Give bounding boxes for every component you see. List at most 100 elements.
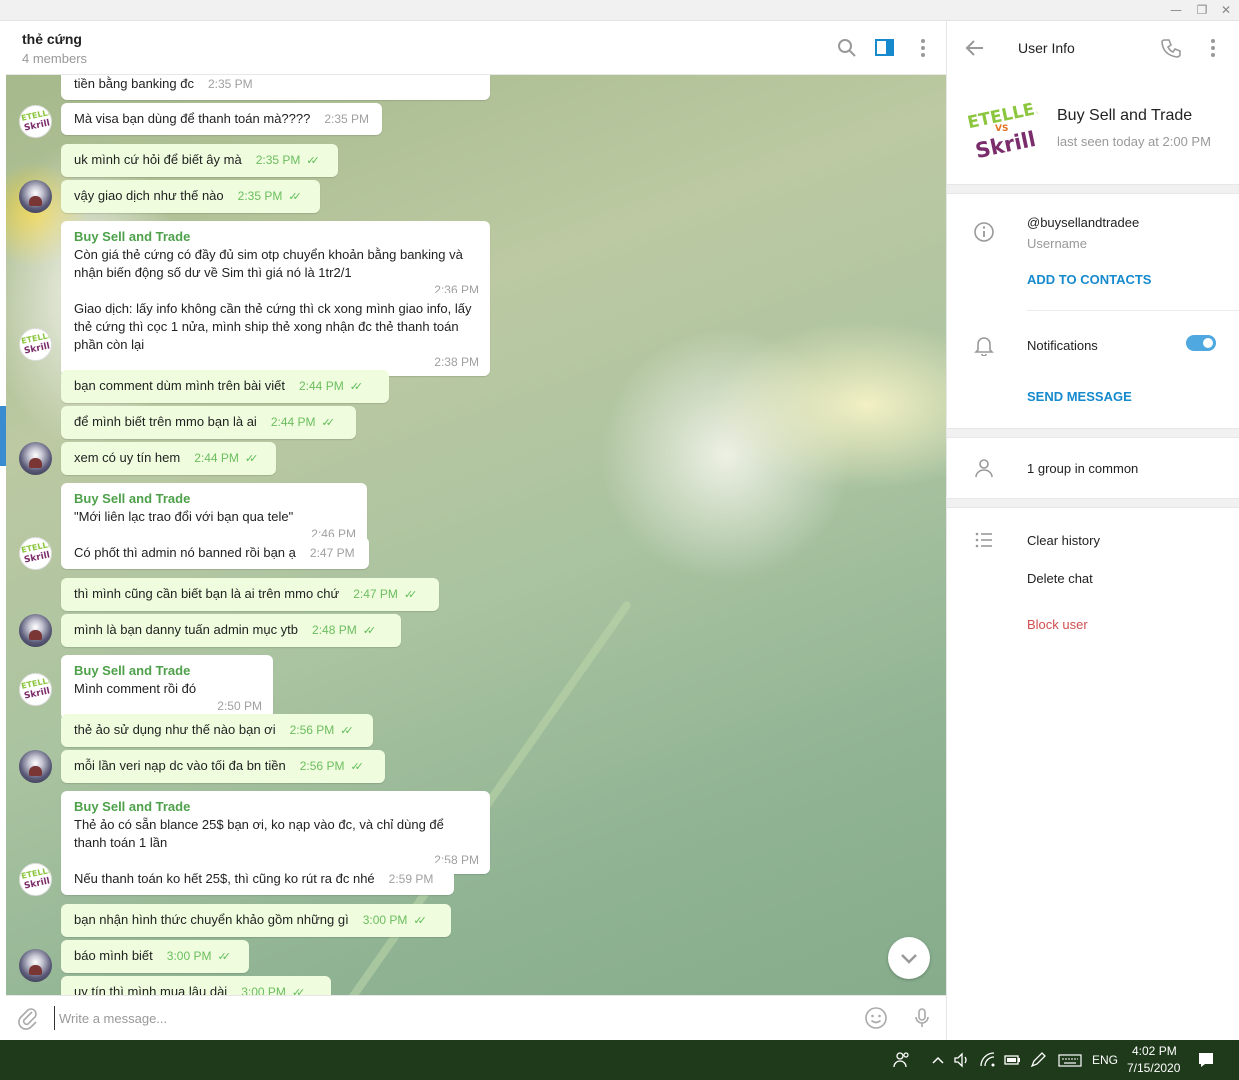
avatar-hands-graphic xyxy=(29,766,42,776)
sidebar-toggle-icon[interactable] xyxy=(874,37,896,59)
chevron-down-icon xyxy=(901,954,917,964)
user-avatar[interactable] xyxy=(19,750,52,783)
speaker-icon[interactable] xyxy=(952,1050,972,1070)
more-vertical-icon[interactable] xyxy=(1202,37,1224,59)
clear-history-button[interactable]: Clear history xyxy=(1027,533,1100,548)
buy-sell-trade-avatar[interactable]: ETELLER Skrill xyxy=(19,328,52,361)
notifications-toggle[interactable] xyxy=(1186,335,1216,351)
list-icon xyxy=(975,532,992,548)
message-bubble[interactable]: xem có uy tín hem 2:44 PM ✓✓ xyxy=(61,442,276,475)
read-checkmarks-icon: ✓✓ xyxy=(244,452,259,465)
back-arrow-icon[interactable] xyxy=(964,37,986,59)
message-bubble[interactable]: báo mình biết 3:00 PM ✓✓ xyxy=(61,940,249,973)
section-divider xyxy=(947,184,1239,194)
window-title-bar: — ❐ ✕ xyxy=(0,0,1239,21)
message-time-text: 2:44 PM xyxy=(270,415,316,429)
message-sender[interactable]: Buy Sell and Trade xyxy=(74,490,355,508)
message-bubble[interactable]: Buy Sell and Trade Còn giá thẻ cứng có đầ… xyxy=(61,221,490,304)
scroll-down-button[interactable] xyxy=(888,937,930,979)
close-icon[interactable]: ✕ xyxy=(1216,2,1236,18)
message-text: mỗi lần veri nạp dc vào tối đa bn tiền xyxy=(74,758,286,773)
add-to-contacts-button[interactable]: ADD TO CONTACTS xyxy=(1027,272,1151,287)
delete-chat-button[interactable]: Delete chat xyxy=(1027,571,1093,586)
search-icon[interactable] xyxy=(836,37,858,59)
message-sender[interactable]: Buy Sell and Trade xyxy=(74,228,478,246)
message-time: 2:38 PM xyxy=(434,353,479,371)
notification-center-icon[interactable] xyxy=(1196,1050,1216,1070)
buy-sell-trade-avatar[interactable]: ETELLER Skrill xyxy=(19,105,52,138)
message-bubble[interactable]: uy tín thì mình mua lâu dài 3:00 PM ✓✓ xyxy=(61,976,331,995)
message-bubble[interactable]: Có phốt thì admin nó banned rồi bạn ạ 2:4… xyxy=(61,537,369,569)
message-bubble[interactable]: bạn nhận hình thức chuyển khảo gồm những… xyxy=(61,904,451,937)
send-message-button[interactable]: SEND MESSAGE xyxy=(1027,389,1132,404)
groups-in-common[interactable]: 1 group in common xyxy=(1027,461,1138,476)
message-bubble[interactable]: thẻ ảo sử dụng như thế nào bạn ơi 2:56 PM… xyxy=(61,714,373,747)
message-time-text: 2:38 PM xyxy=(434,355,479,369)
message-time-text: 2:44 PM xyxy=(194,451,239,465)
user-avatar[interactable] xyxy=(19,180,52,213)
message-text: thì mình cũng cần biết bạn là ai trên mm… xyxy=(74,586,340,601)
message-bubble[interactable]: vậy giao dịch như thế nào 2:35 PM ✓✓ xyxy=(61,180,320,213)
telegram-window: — ❐ ✕ thẻ cứng 4 members tiền bằng banki… xyxy=(0,0,1239,1080)
message-bubble[interactable]: bạn comment dùm mình trên bài viết 2:44 P… xyxy=(61,370,389,403)
message-sender[interactable]: Buy Sell and Trade xyxy=(74,798,478,816)
message-bubble[interactable]: Giao dịch: lấy info không cần thẻ cứng t… xyxy=(61,293,490,376)
message-bubble[interactable]: uk mình cứ hỏi để biết ây mà 2:35 PM ✓✓ xyxy=(61,144,338,177)
message-time: 2:47 PM xyxy=(310,546,355,560)
keyboard-icon[interactable] xyxy=(1058,1050,1082,1070)
language-indicator[interactable]: ENG xyxy=(1092,1053,1118,1067)
attach-icon[interactable] xyxy=(16,1006,40,1030)
message-text: "Mới liên lạc trao đổi với bạn qua tele" xyxy=(74,509,294,524)
user-avatar[interactable] xyxy=(19,949,52,982)
phone-icon[interactable] xyxy=(1160,37,1182,59)
emoji-icon[interactable] xyxy=(864,1006,888,1030)
user-avatar[interactable] xyxy=(19,614,52,647)
chat-header[interactable]: thẻ cứng 4 members xyxy=(6,21,946,75)
clock-date[interactable]: 7/15/2020 xyxy=(1127,1061,1180,1075)
notifications-label: Notifications xyxy=(1027,338,1098,353)
message-bubble[interactable]: mỗi lần veri nạp dc vào tối đa bn tiền 2:… xyxy=(61,750,385,783)
message-bubble[interactable]: thì mình cũng cần biết bạn là ai trên mm… xyxy=(61,578,439,611)
message-time-text: 2:35 PM xyxy=(324,112,370,126)
message-text: Thẻ ảo có sẵn blance 25$ bạn ơi, ko nạp … xyxy=(74,817,444,850)
buy-sell-trade-avatar[interactable]: ETELLER Skrill xyxy=(19,863,52,896)
user-icon xyxy=(975,459,993,478)
user-avatar[interactable] xyxy=(19,442,52,475)
message-bubble[interactable]: Buy Sell and Trade Thẻ ảo có sẵn blance 2… xyxy=(61,791,490,874)
section-line xyxy=(1027,310,1239,311)
message-bubble[interactable]: tiền bằng banking đc 2:35 PM xyxy=(61,75,490,100)
clock-time[interactable]: 4:02 PM xyxy=(1132,1044,1177,1058)
avatar-hands-graphic xyxy=(29,196,42,206)
read-checkmarks-icon: ✓✓ xyxy=(362,624,377,637)
buy-sell-trade-avatar[interactable]: ETELLER Skrill xyxy=(19,673,52,706)
message-sender[interactable]: Buy Sell and Trade xyxy=(74,662,261,680)
message-composer xyxy=(6,995,946,1040)
wifi-icon[interactable] xyxy=(978,1050,998,1070)
restore-icon[interactable]: ❐ xyxy=(1192,2,1212,18)
username-value[interactable]: @buysellandtradee xyxy=(1027,215,1139,230)
message-bubble[interactable]: để mình biết trên mmo bạn là ai 2:44 PM ✓✓ xyxy=(61,406,356,439)
minimize-icon[interactable]: — xyxy=(1166,2,1186,18)
message-time: 2:56 PM ✓✓ xyxy=(289,723,354,737)
block-user-button[interactable]: Block user xyxy=(1027,617,1088,632)
message-time-text: 2:50 PM xyxy=(217,699,262,713)
people-icon[interactable] xyxy=(892,1050,912,1070)
microphone-icon[interactable] xyxy=(910,1006,934,1030)
message-bubble[interactable]: Nếu thanh toán ko hết 25$, thì cũng ko r… xyxy=(61,863,454,895)
message-bubble[interactable]: mình là bạn danny tuấn admin mục ytb 2:48… xyxy=(61,614,401,647)
message-time-text: 3:00 PM xyxy=(362,913,408,927)
chevron-up-icon[interactable] xyxy=(928,1050,948,1070)
message-bubble[interactable]: Buy Sell and Trade Mình comment rồi đó 2:5… xyxy=(61,655,273,720)
profile-avatar[interactable]: ETELLER VS Skrill xyxy=(965,91,1041,167)
message-input[interactable] xyxy=(54,1006,834,1030)
pen-icon[interactable] xyxy=(1028,1050,1048,1070)
avatar-hands-graphic xyxy=(29,458,42,468)
battery-icon[interactable] xyxy=(1002,1050,1022,1070)
chat-title[interactable]: thẻ cứng xyxy=(22,31,82,47)
more-vertical-icon[interactable] xyxy=(912,37,934,59)
profile-name: Buy Sell and Trade xyxy=(1057,107,1193,124)
message-time-text: 2:56 PM xyxy=(289,723,335,737)
message-bubble[interactable]: Mà visa bạn dùng để thanh toán mà???? 2:3… xyxy=(61,103,382,135)
chat-messages-area[interactable]: tiền bằng banking đc 2:35 PM Mà visa bạn d… xyxy=(6,75,946,995)
buy-sell-trade-avatar[interactable]: ETELLER Skrill xyxy=(19,537,52,570)
